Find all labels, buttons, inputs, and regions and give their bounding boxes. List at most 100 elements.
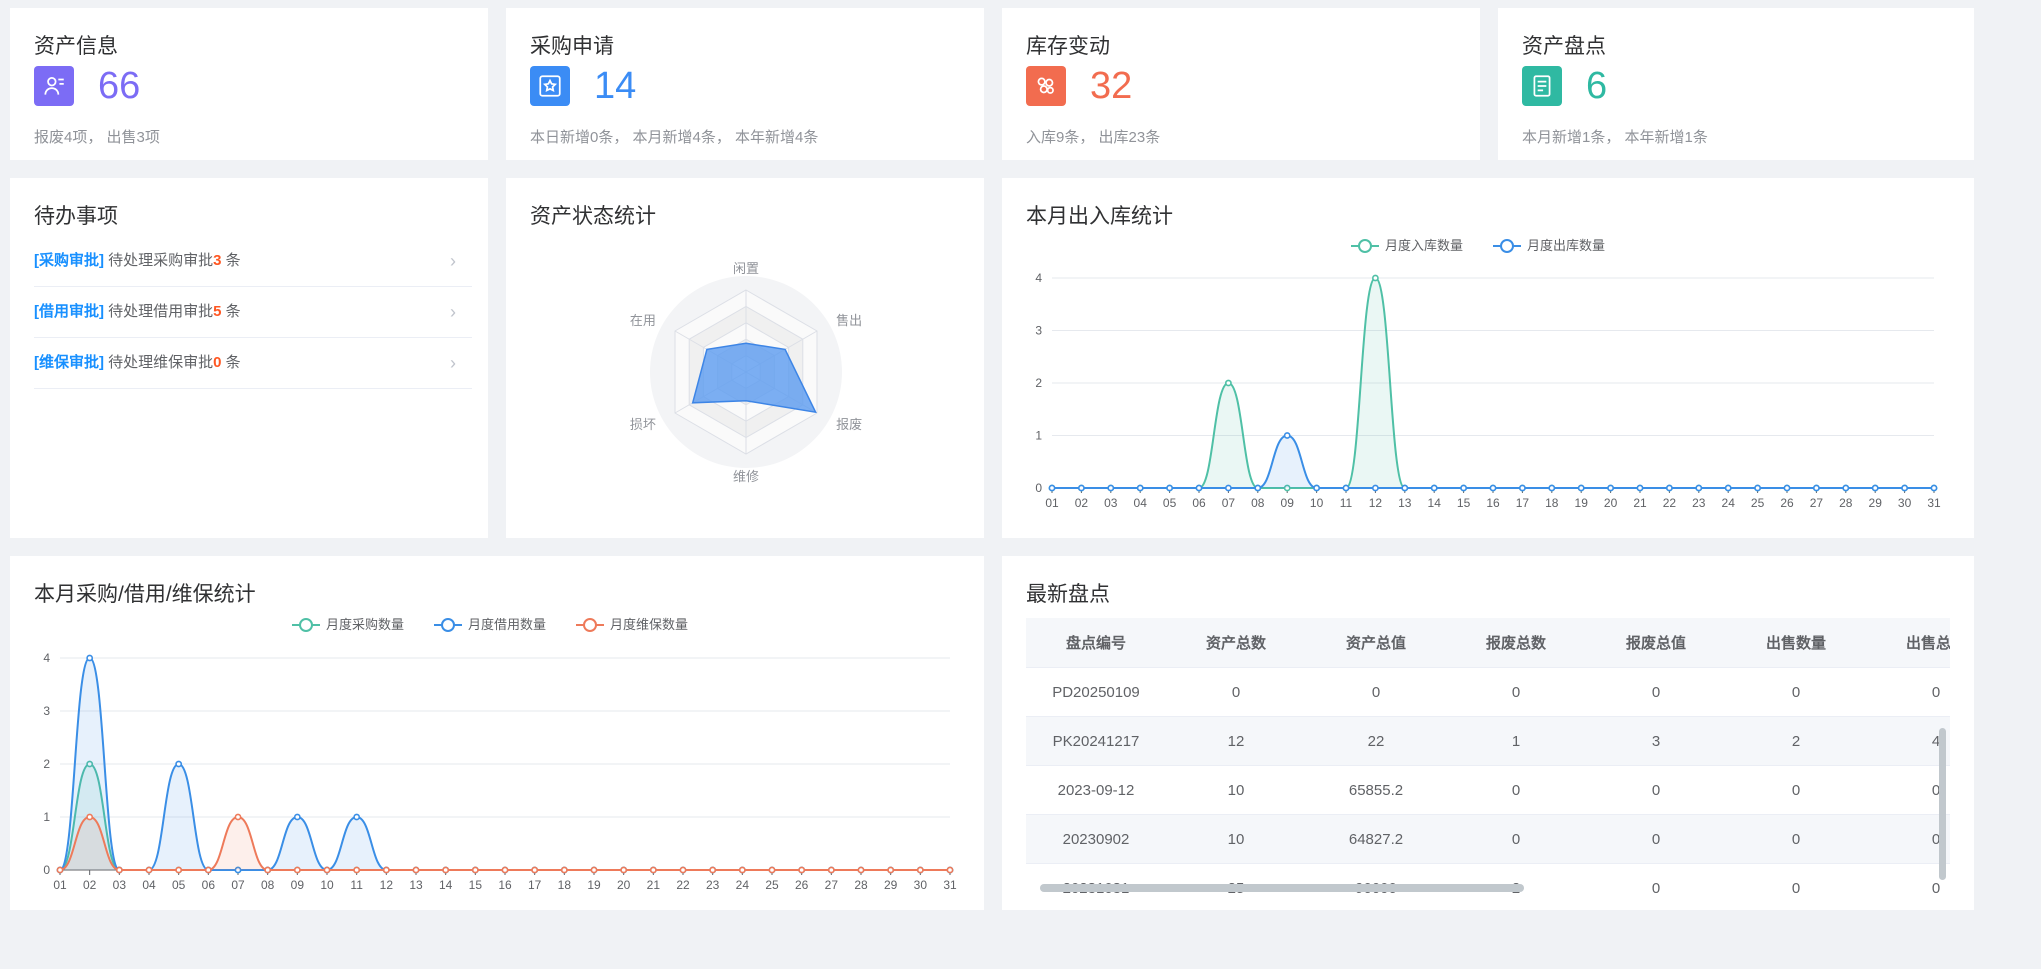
todo-text: 待处理借用审批 [104,303,214,320]
data-point[interactable] [204,866,212,874]
data-point[interactable] [1871,484,1879,492]
data-point[interactable] [1607,484,1614,492]
data-point[interactable] [86,654,94,662]
data-point[interactable] [590,866,598,874]
data-point[interactable] [175,866,183,874]
data-point[interactable] [1636,484,1644,492]
data-point[interactable] [1724,484,1732,492]
todo-item[interactable]: [采购审批] 待处理采购审批3 条 › [34,236,472,287]
inventory-table-wrap[interactable]: 盘点编号资产总数资产总值报废总数报废总值出售数量出售总值 PD202501090… [1026,618,1950,894]
data-point[interactable] [1783,484,1791,492]
data-point[interactable] [382,866,390,874]
legend-item[interactable]: 月度维保数量 [576,617,688,632]
data-point[interactable] [1371,484,1379,492]
x-tick-label: 28 [854,878,868,892]
data-point[interactable] [1460,484,1467,492]
data-point[interactable] [738,866,746,874]
x-tick-label: 18 [1545,496,1559,510]
data-point[interactable] [353,866,361,874]
data-point[interactable] [115,866,123,874]
pbm-line-chart[interactable]: 0123401 02 03 04 05 06 07 08 09 10 11 12 13 14 15 16 17 1… [10,556,984,910]
data-point[interactable] [1313,484,1320,492]
data-point[interactable] [857,866,865,874]
todo-count: 0 [213,354,222,371]
data-point[interactable] [1666,484,1673,492]
radar-indicator-label: 闲置 [733,261,759,276]
data-point[interactable] [293,866,301,874]
data-point[interactable] [412,866,420,874]
data-point[interactable] [1695,484,1703,492]
data-point[interactable] [887,866,895,874]
data-point[interactable] [1577,484,1585,492]
stat-card-title: 采购申请 [530,35,614,58]
data-point[interactable] [1754,484,1761,492]
table-row[interactable]: PK20241217 12 22 1 3 2 4 [1026,716,1950,766]
todo-item[interactable]: [借用审批] 待处理借用审批5 条 › [34,287,472,338]
data-point[interactable] [620,866,628,874]
data-point[interactable] [1901,484,1908,492]
data-point[interactable] [1489,484,1497,492]
data-point[interactable] [442,866,450,874]
data-point[interactable] [916,866,924,874]
legend-label: 月度入库数量 [1385,238,1463,253]
data-point[interactable] [175,760,183,768]
horizontal-scrollbar[interactable] [1040,884,1524,892]
data-point[interactable] [1195,484,1203,492]
data-point[interactable] [531,866,539,874]
legend-item[interactable]: 月度借用数量 [434,617,546,632]
data-point[interactable] [471,866,479,874]
todo-item[interactable]: [维保审批] 待处理维保审批0 条 › [34,338,472,389]
data-point[interactable] [501,866,509,874]
legend-item[interactable]: 月度入库数量 [1351,238,1463,253]
legend-item[interactable]: 月度出库数量 [1493,238,1605,253]
data-point[interactable] [1930,484,1938,492]
vertical-scrollbar[interactable] [1939,728,1946,880]
data-point[interactable] [1283,432,1291,439]
data-point[interactable] [560,866,568,874]
data-point[interactable] [353,813,361,821]
data-point[interactable] [1342,484,1350,492]
data-point[interactable] [1136,484,1144,492]
data-point[interactable] [1842,484,1850,492]
table-cell: 0 [1866,814,1950,864]
data-point[interactable] [1254,484,1262,492]
data-point[interactable] [1430,484,1438,492]
data-point[interactable] [234,813,242,821]
table-row[interactable]: PD20250109 0 0 0 0 0 0 [1026,667,1950,717]
data-point[interactable] [709,866,717,874]
data-point[interactable] [798,866,806,874]
data-point[interactable] [1371,274,1379,282]
data-point[interactable] [293,813,301,821]
table-row[interactable]: 20230902 10 64827.2 0 0 0 0 [1026,814,1950,864]
data-point[interactable] [1548,484,1556,492]
data-point[interactable] [1224,379,1232,387]
table-cell: 0 [1586,667,1726,717]
x-tick-label: 25 [765,878,779,892]
data-point[interactable] [323,866,331,874]
data-point[interactable] [264,866,272,874]
data-point[interactable] [679,866,687,874]
data-point[interactable] [946,866,954,874]
data-point[interactable] [145,866,153,874]
table-cell: 10 [1166,765,1306,815]
inout-line-chart[interactable]: 0123401 02 03 04 05 06 07 08 09 10 11 12 13 14 15 16 17 1… [1002,178,1974,538]
data-point[interactable] [1401,484,1409,492]
data-point[interactable] [1048,484,1056,492]
data-point[interactable] [1224,484,1232,492]
series-area [1052,435,1934,488]
table-row[interactable]: 2023-09-12 10 65855.2 0 0 0 0 [1026,765,1950,815]
data-point[interactable] [768,866,776,874]
data-point[interactable] [86,813,94,821]
data-point[interactable] [827,866,835,874]
asset-status-radar-chart[interactable]: 闲置售出报废维修 损坏 在用 [506,178,984,538]
legend-item[interactable]: 月度采购数量 [292,617,404,632]
x-tick-label: 07 [231,878,245,892]
data-point[interactable] [56,866,64,874]
data-point[interactable] [1166,484,1173,492]
data-point[interactable] [649,866,657,874]
y-tick-label: 2 [43,757,50,771]
data-point[interactable] [1813,484,1820,492]
data-point[interactable] [1519,484,1526,492]
data-point[interactable] [1107,484,1115,492]
data-point[interactable] [1078,484,1085,492]
